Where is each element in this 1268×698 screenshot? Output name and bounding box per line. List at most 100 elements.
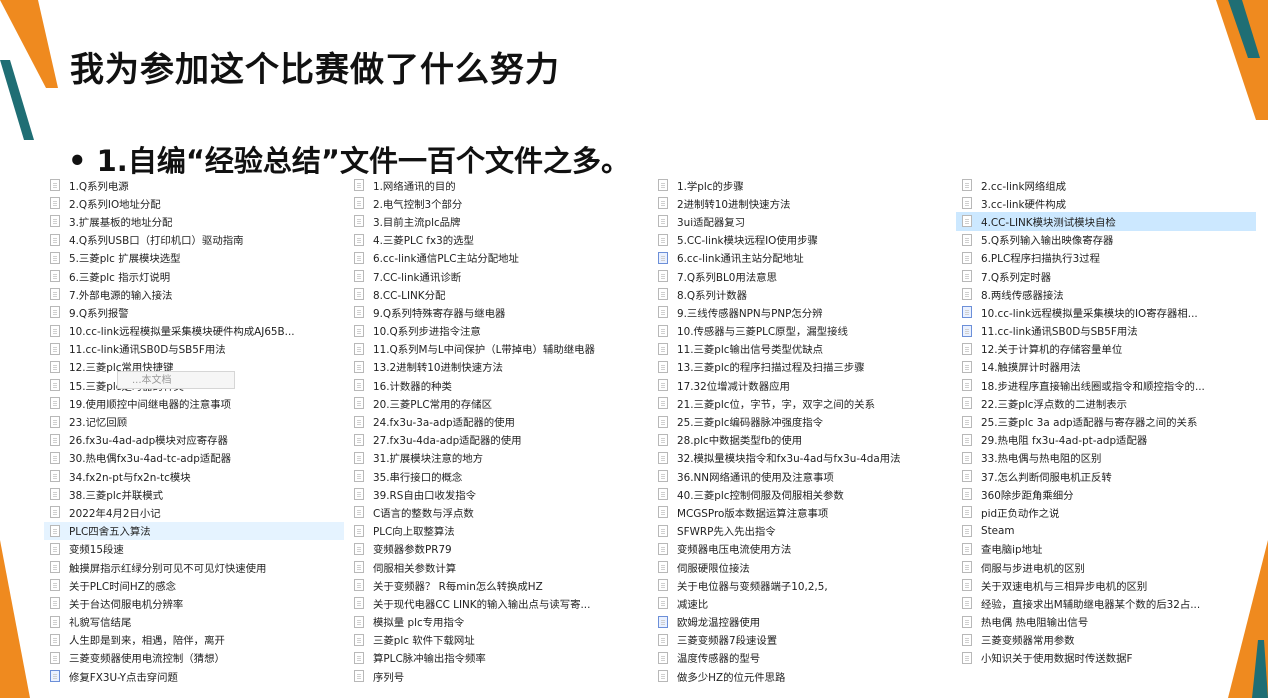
file-item[interactable]: 21.三菱plc位，字节，字，双字之间的关系 <box>652 394 952 412</box>
file-item[interactable]: 8.CC-LINK分配 <box>348 285 648 303</box>
file-item[interactable]: 关于电位器与变频器端子10,2,5, <box>652 576 952 594</box>
file-item[interactable]: 2.cc-link网络组成 <box>956 176 1256 194</box>
file-item[interactable]: 14.触摸屏计时器用法 <box>956 358 1256 376</box>
file-item[interactable]: 减速比 <box>652 594 952 612</box>
file-item[interactable]: 5.Q系列输入输出映像寄存器 <box>956 231 1256 249</box>
file-item[interactable]: 算PLC脉冲输出指令频率 <box>348 649 648 667</box>
file-item[interactable]: 2进制转10进制快速方法 <box>652 194 952 212</box>
file-item[interactable]: 38.三菱plc并联模式 <box>44 485 344 503</box>
file-item[interactable]: 9.Q系列特殊寄存器与继电器 <box>348 303 648 321</box>
file-item[interactable]: 23.记忆回顾 <box>44 412 344 430</box>
file-item[interactable]: 伺服与步进电机的区别 <box>956 558 1256 576</box>
file-item[interactable]: SFWRP先入先出指令 <box>652 522 952 540</box>
file-item[interactable]: pid正负动作之说 <box>956 503 1256 521</box>
file-item[interactable]: 关于变频器？ R每min怎么转换成HZ <box>348 576 648 594</box>
file-item[interactable]: 2.电气控制3个部分 <box>348 194 648 212</box>
file-item[interactable]: PLC四舍五入算法 <box>44 521 344 540</box>
file-item[interactable]: 19.使用顺控中间继电器的注意事项 <box>44 394 344 412</box>
file-item[interactable]: 关于现代电器CC LINK的输入输出点与读写寄... <box>348 594 648 612</box>
file-item[interactable]: 7.Q系列定时器 <box>956 267 1256 285</box>
file-item[interactable]: 7.CC-link通讯诊断 <box>348 267 648 285</box>
file-item[interactable]: 35.串行接口的概念 <box>348 467 648 485</box>
file-item[interactable]: 360除步距角乘细分 <box>956 485 1256 503</box>
file-item[interactable]: 2022年4月2日小记 <box>44 503 344 521</box>
file-item[interactable]: 热电偶 热电阻输出信号 <box>956 613 1256 631</box>
file-item[interactable]: 4.Q系列USB口（打印机口）驱动指南 <box>44 231 344 249</box>
file-item[interactable]: 9.Q系列报警 <box>44 303 344 321</box>
file-item[interactable]: 17.32位增减计数器应用 <box>652 376 952 394</box>
file-item[interactable]: 人生即是到来，相遇，陪伴，离开 <box>44 631 344 649</box>
file-item[interactable]: 温度传感器的型号 <box>652 649 952 667</box>
file-item[interactable]: 40.三菱plc控制伺服及伺服相关参数 <box>652 485 952 503</box>
file-item[interactable]: 礼貌写信结尾 <box>44 613 344 631</box>
file-item[interactable]: 序列号 <box>348 667 648 685</box>
file-item[interactable]: 16.计数器的种类 <box>348 376 648 394</box>
file-item[interactable]: 变频器电压电流使用方法 <box>652 540 952 558</box>
file-item[interactable]: 18.步进程序直接输出线圈或指令和顺控指令的... <box>956 376 1256 394</box>
file-item[interactable]: C语言的整数与浮点数 <box>348 503 648 521</box>
file-item[interactable]: 查电脑ip地址 <box>956 540 1256 558</box>
file-item[interactable]: 三菱变频器7段速设置 <box>652 631 952 649</box>
file-item[interactable]: 10.传感器与三菱PLC原型，漏型接线 <box>652 322 952 340</box>
file-item[interactable]: 变频15段速 <box>44 540 344 558</box>
file-item[interactable]: 5.三菱plc 扩展模块选型 <box>44 249 344 267</box>
file-item[interactable]: 8.Q系列计数器 <box>652 285 952 303</box>
file-item[interactable]: 7.外部电源的输入接法 <box>44 285 344 303</box>
file-item[interactable]: 27.fx3u-4da-adp适配器的使用 <box>348 431 648 449</box>
file-item[interactable]: 1.学plc的步骤 <box>652 176 952 194</box>
file-item[interactable]: 37.怎么判断伺服电机正反转 <box>956 467 1256 485</box>
file-item[interactable]: 4.三菱PLC fx3的选型 <box>348 231 648 249</box>
file-item[interactable]: 3.目前主流plc品牌 <box>348 212 648 230</box>
file-item[interactable]: 25.三菱plc 3a adp适配器与寄存器之间的关系 <box>956 412 1256 430</box>
file-item[interactable]: 4.CC-LINK模块测试模块自检 <box>956 212 1256 231</box>
file-item[interactable]: 13.三菱plc的程序扫描过程及扫描三步骤 <box>652 358 952 376</box>
file-item[interactable]: 7.Q系列BL0用法意思 <box>652 267 952 285</box>
file-item[interactable]: 33.热电偶与热电阻的区别 <box>956 449 1256 467</box>
file-item[interactable]: 经验，直接求出M辅助继电器某个数的后32占... <box>956 594 1256 612</box>
file-item[interactable]: 11.三菱plc输出信号类型优缺点 <box>652 340 952 358</box>
file-item[interactable]: 6.cc-link通讯主站分配地址 <box>652 249 952 267</box>
file-item[interactable]: 5.CC-link模块远程IO使用步骤 <box>652 231 952 249</box>
file-item[interactable]: 10.cc-link远程模拟量采集模块的IO寄存器相... <box>956 303 1256 321</box>
file-item[interactable]: 6.PLC程序扫描执行3过程 <box>956 249 1256 267</box>
file-item[interactable]: 3.cc-link硬件构成 <box>956 194 1256 212</box>
file-item[interactable]: 30.热电偶fx3u-4ad-tc-adp适配器 <box>44 449 344 467</box>
file-item[interactable]: 31.扩展模块注意的地方 <box>348 449 648 467</box>
file-item[interactable]: 小知识关于使用数据时传送数据F <box>956 649 1256 667</box>
file-item[interactable]: MCGSPro版本数据运算注意事项 <box>652 503 952 521</box>
file-item[interactable]: 6.三菱plc 指示灯说明 <box>44 267 344 285</box>
file-item[interactable]: 关于台达伺服电机分辨率 <box>44 594 344 612</box>
file-item[interactable]: 34.fx2n-pt与fx2n-tc模块 <box>44 467 344 485</box>
file-item[interactable]: 3.扩展基板的地址分配 <box>44 212 344 230</box>
file-item[interactable]: 变频器参数PR79 <box>348 540 648 558</box>
file-item[interactable]: 22.三菱plc浮点数的二进制表示 <box>956 394 1256 412</box>
file-item[interactable]: 26.fx3u-4ad-adp模块对应寄存器 <box>44 431 344 449</box>
file-item[interactable]: 12.关于计算机的存储容量单位 <box>956 340 1256 358</box>
file-item[interactable]: 3ui适配器复习 <box>652 212 952 230</box>
file-item[interactable]: 25.三菱plc编码器脉冲强度指令 <box>652 412 952 430</box>
file-item[interactable]: Steam <box>956 522 1256 540</box>
file-item[interactable]: 触摸屏指示红绿分别可见不可见灯快速使用 <box>44 558 344 576</box>
file-item[interactable]: 三菱变频器常用参数 <box>956 631 1256 649</box>
file-item[interactable]: 模拟量 plc专用指令 <box>348 613 648 631</box>
file-item[interactable]: 6.cc-link通信PLC主站分配地址 <box>348 249 648 267</box>
file-item[interactable]: 伺服硬限位接法 <box>652 558 952 576</box>
file-item[interactable]: 欧姆龙温控器使用 <box>652 613 952 631</box>
file-item[interactable]: 32.模拟量模块指令和fx3u-4ad与fx3u-4da用法 <box>652 449 952 467</box>
file-item[interactable]: 11.cc-link通讯SB0D与SB5F用法 <box>956 322 1256 340</box>
file-item[interactable]: PLC向上取整算法 <box>348 522 648 540</box>
file-item[interactable]: 修复FX3U-Y点击穿问题 <box>44 667 344 685</box>
file-item[interactable]: 11.cc-link通讯SB0D与SB5F用法 <box>44 340 344 358</box>
file-item[interactable]: 三菱变频器使用电流控制（猜想） <box>44 649 344 667</box>
file-item[interactable]: 39.RS自由口收发指令 <box>348 485 648 503</box>
file-item[interactable]: 9.三线传感器NPN与PNP怎分辨 <box>652 303 952 321</box>
file-item[interactable]: 三菱plc 软件下载网址 <box>348 631 648 649</box>
file-item[interactable]: 10.Q系列步进指令注意 <box>348 322 648 340</box>
file-item[interactable]: 24.fx3u-3a-adp适配器的使用 <box>348 412 648 430</box>
file-item[interactable]: 20.三菱PLC常用的存储区 <box>348 394 648 412</box>
file-item[interactable]: 28.plc中数据类型fb的使用 <box>652 431 952 449</box>
file-item[interactable]: 做多少HZ的位元件思路 <box>652 667 952 685</box>
file-item[interactable]: 10.cc-link远程模拟量采集模块硬件构成AJ65B... <box>44 322 344 340</box>
file-item[interactable]: 1.网络通讯的目的 <box>348 176 648 194</box>
file-item[interactable]: 1.Q系列电源 <box>44 176 344 194</box>
